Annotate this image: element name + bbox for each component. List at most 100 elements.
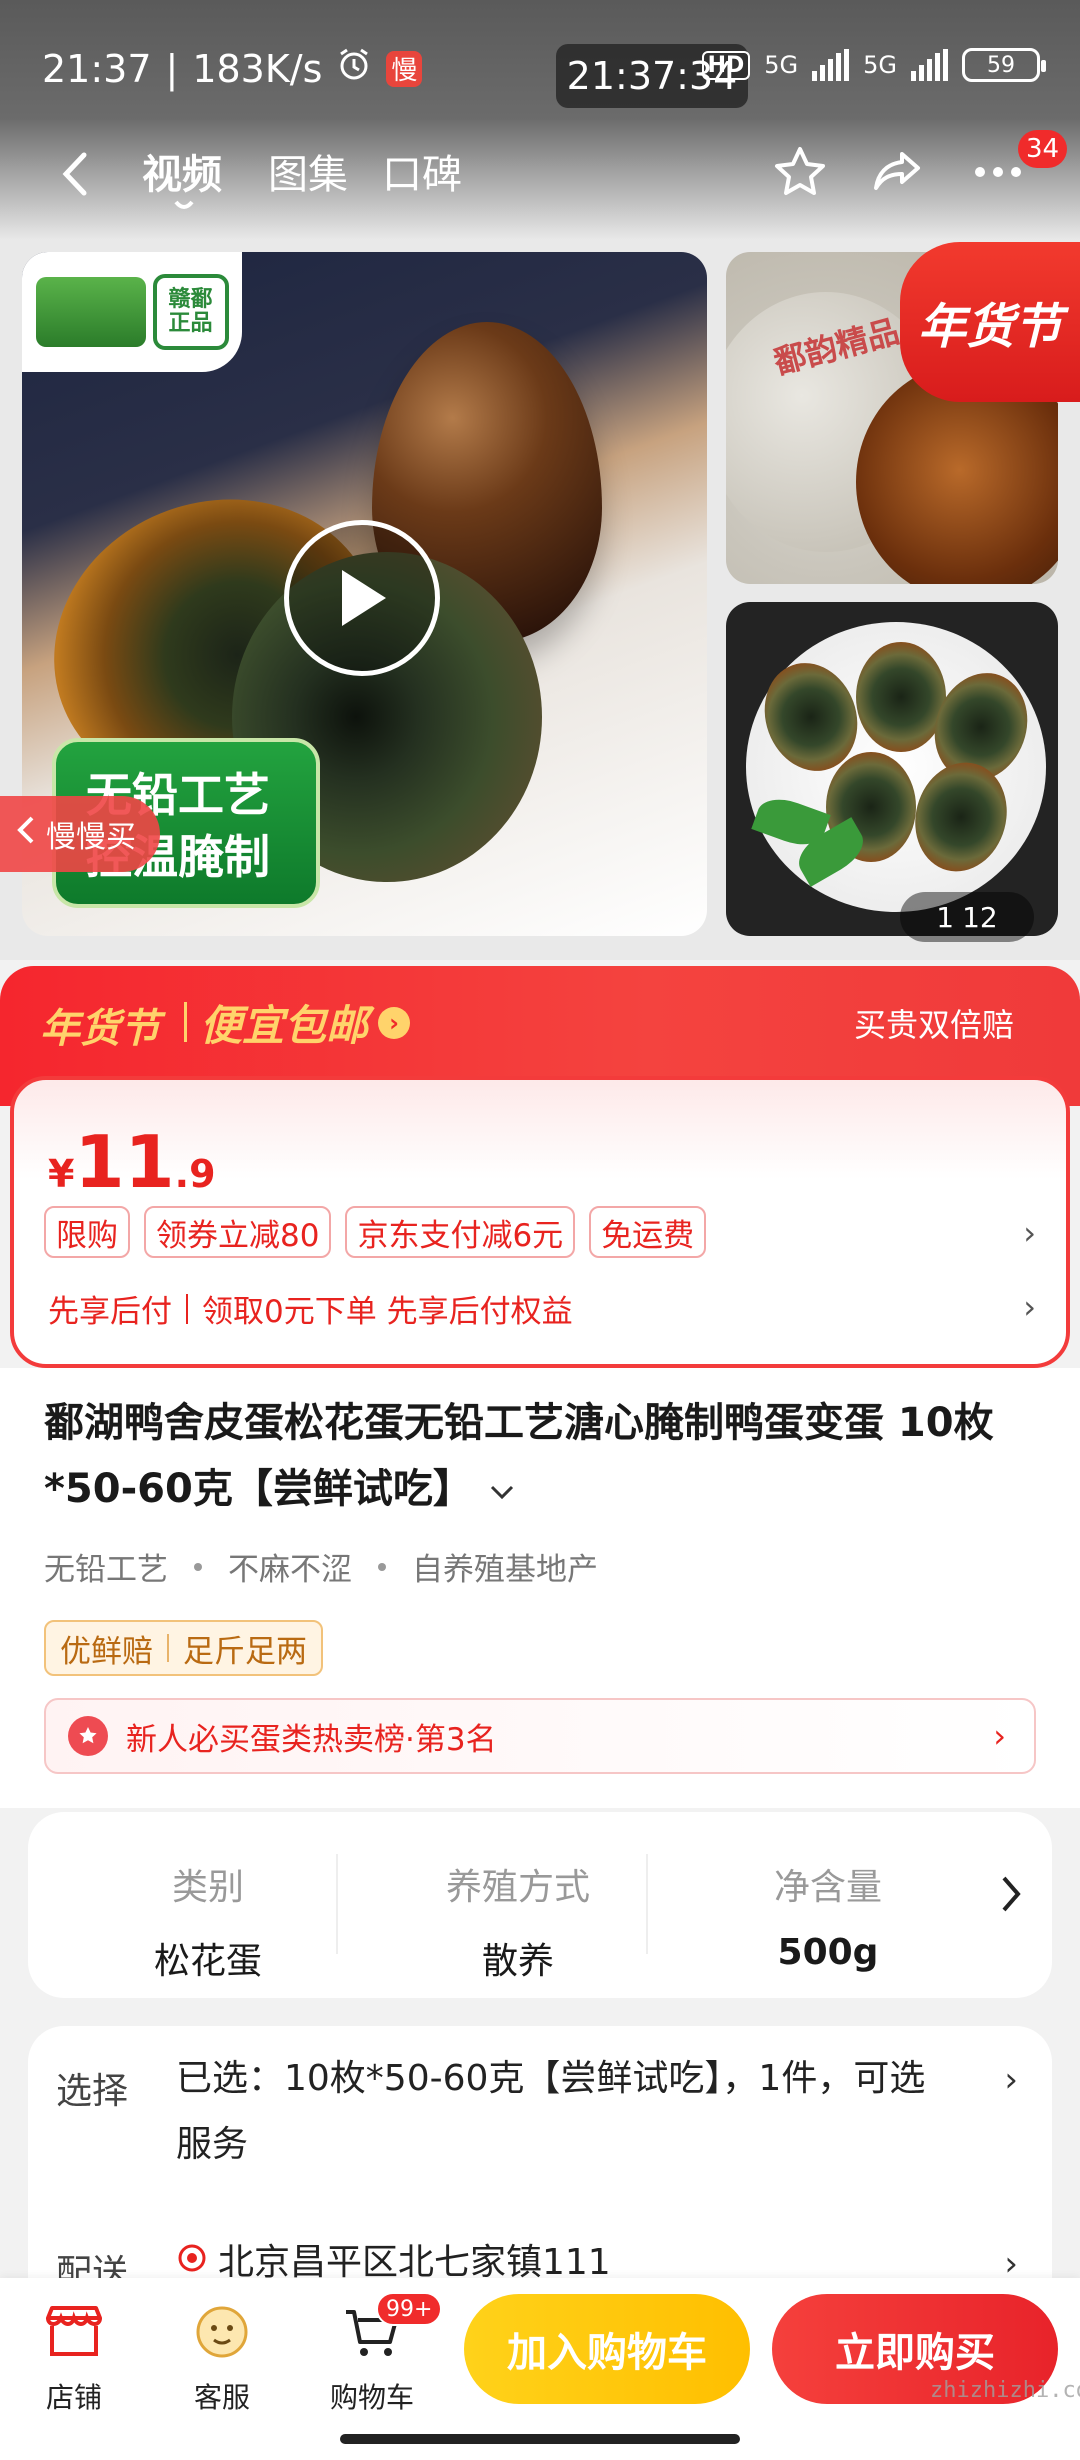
tab-video[interactable]: 视频: [142, 142, 222, 200]
spec-divider: [336, 1854, 338, 1954]
pay-later-offer: 领取0元下单 先享后付权益: [202, 1294, 573, 1330]
service-tags[interactable]: 优鲜赔 足斤足两: [44, 1620, 323, 1676]
chevron-left-icon: [16, 814, 36, 854]
customer-service-button[interactable]: 客服: [162, 2296, 282, 2416]
home-indicator[interactable]: [340, 2434, 740, 2444]
service-tag-fresh: 优鲜赔: [60, 1633, 153, 1670]
feature-item: 无铅工艺: [44, 1552, 168, 1588]
slow-app-badge: 慢: [386, 50, 423, 87]
egg-slice: [856, 642, 946, 752]
status-divider: |: [165, 46, 179, 91]
status-time: 21:37: [42, 46, 152, 91]
bullet-icon: [194, 1562, 202, 1571]
brand-mark-icon: [35, 277, 146, 347]
chip-coupon[interactable]: 领券立减80: [144, 1206, 332, 1258]
chevron-right-icon[interactable]: ›: [1023, 1288, 1036, 1326]
slow-buy-label: 慢慢买: [46, 820, 136, 855]
double-compensation: 买贵双倍赔: [853, 1006, 1014, 1044]
chevron-right-icon: ›: [993, 1717, 1006, 1755]
promo-chips[interactable]: 限购 领券立减80 京东支付减6元 免运费: [44, 1206, 707, 1258]
promo-divider: [184, 1002, 187, 1042]
status-bar: 21:37 | 183K/s 慢 21:37:34 HD 5G 5G 59: [0, 0, 1080, 130]
chevron-down-icon[interactable]: [487, 1466, 517, 1512]
festival-tag[interactable]: 年货节: [900, 242, 1080, 402]
promo-brand: 年货节: [40, 1006, 160, 1052]
chevron-right-icon[interactable]: [1000, 1874, 1022, 1918]
product-title[interactable]: 鄱湖鸭舍皮蛋松花蛋无铅工艺溏心腌制鸭蛋变蛋 10枚*50-60克【尝鲜试吃】: [44, 1390, 1044, 1522]
add-to-cart-button[interactable]: 加入购物车: [464, 2294, 750, 2404]
cart-button[interactable]: 购物车 99+: [312, 2292, 443, 2416]
shop-icon: [14, 2296, 134, 2368]
price-currency: ¥: [48, 1152, 75, 1196]
message-count-badge: 34: [1018, 130, 1068, 168]
brand-logo: 赣鄱 正品: [22, 252, 242, 372]
product-info: 鄱湖鸭舍皮蛋松花蛋无铅工艺溏心腌制鸭蛋变蛋 10枚*50-60克【尝鲜试吃】 无…: [0, 1368, 1080, 1808]
gallery-total: 12: [962, 900, 998, 934]
chip-limit[interactable]: 限购: [44, 1206, 130, 1258]
gallery-counter: 1 12: [900, 892, 1034, 942]
spec-farming: 养殖方式 散养: [368, 1858, 668, 1984]
status-right: HD 5G 5G 59: [701, 48, 1046, 82]
price-integer: 11: [74, 1120, 175, 1204]
tab-indicator-icon: [174, 196, 194, 216]
pay-later-row[interactable]: 先享后付 领取0元下单 先享后付权益: [48, 1286, 573, 1331]
chevron-right-icon[interactable]: ›: [1023, 1214, 1036, 1252]
rank-text: 新人必买蛋类热卖榜·第3名: [126, 1721, 497, 1758]
spec-key: 净含量: [773, 1867, 882, 1908]
selection-card: 选择 已选：10枚*50-60克【尝鲜试吃】，1件，可选服务 › 配送 北京昌平…: [28, 2026, 1052, 2286]
watermark: zhizhizhi.com: [930, 2378, 1080, 2403]
signal-bars-2-icon: [911, 49, 948, 81]
gallery-index: 1: [936, 900, 955, 934]
product-title-text: 鄱湖鸭舍皮蛋松花蛋无铅工艺溏心腌制鸭蛋变蛋 10枚*50-60克【尝鲜试吃】: [44, 1400, 994, 1512]
promo-title: 便宜包邮 ›: [200, 992, 411, 1053]
top-nav: 视频 图集 口碑 34: [0, 120, 1080, 240]
alarm-icon: [336, 46, 372, 91]
slow-buy-tab[interactable]: 慢慢买: [0, 796, 160, 872]
cart-badge: 99+: [376, 2292, 443, 2326]
status-left: 21:37 | 183K/s 慢: [42, 46, 423, 91]
pay-later-label: 先享后付: [48, 1294, 172, 1330]
signal-label-1: 5G: [764, 51, 799, 79]
chip-free-shipping[interactable]: 免运费: [589, 1206, 707, 1258]
customer-service-icon: [162, 2296, 282, 2368]
back-icon[interactable]: [46, 144, 106, 204]
product-detail-screen: 21:37 | 183K/s 慢 21:37:34 HD 5G 5G 59 视频…: [0, 0, 1080, 2460]
shop-button[interactable]: 店铺: [14, 2296, 134, 2416]
signal-label-2: 5G: [863, 51, 897, 79]
select-label: 选择: [56, 2071, 129, 2112]
spec-value: 500g: [777, 1932, 879, 1973]
spec-divider: [646, 1854, 648, 1954]
play-icon[interactable]: [284, 520, 440, 676]
battery-level: 59: [987, 52, 1015, 78]
chevron-right-icon: ›: [378, 1006, 411, 1039]
pay-later-divider: [186, 1293, 188, 1324]
bullet-icon: [378, 1562, 386, 1571]
price: ¥11.9: [48, 1120, 216, 1204]
seal-line-2: 正品: [168, 311, 213, 336]
chevron-right-icon[interactable]: ›: [1004, 2060, 1018, 2100]
price-decimal: .9: [174, 1152, 216, 1196]
bottom-action-bar: 店铺 客服 购物车 99+ 加入购物车 立即购买: [0, 2278, 1080, 2460]
cart-label: 购物车: [329, 2381, 414, 2414]
spec-value: 松花蛋: [153, 1941, 262, 1982]
tab-reviews[interactable]: 口碑: [382, 142, 462, 200]
favorite-star-icon[interactable]: [764, 136, 836, 208]
tab-gallery[interactable]: 图集: [268, 142, 348, 200]
seal-line-1: 赣鄱: [168, 286, 213, 312]
medal-icon: [68, 1716, 108, 1756]
select-value[interactable]: 已选：10枚*50-60克【尝鲜试吃】，1件，可选服务: [176, 2046, 956, 2178]
gallery-thumbnail-2[interactable]: [726, 602, 1058, 936]
battery-icon: 59: [962, 48, 1046, 82]
share-icon[interactable]: [862, 136, 934, 208]
feature-item: 不麻不涩: [228, 1552, 352, 1588]
spec-card[interactable]: 类别 松花蛋 养殖方式 散养 净含量 500g: [28, 1812, 1052, 1998]
price-card: ¥11.9 限购 领券立减80 京东支付减6元 免运费 › 先享后付 领取0元下…: [10, 1076, 1070, 1368]
feature-item: 自养殖基地产: [412, 1552, 598, 1588]
spec-net-weight: 净含量 500g: [678, 1858, 978, 1973]
chip-jdpay[interactable]: 京东支付减6元: [345, 1206, 576, 1258]
rank-bar[interactable]: 新人必买蛋类热卖榜·第3名 ›: [44, 1698, 1036, 1774]
shop-label: 店铺: [45, 2381, 102, 2414]
hd-icon: HD: [701, 50, 751, 80]
spec-category: 类别 松花蛋: [58, 1858, 358, 1984]
signal-bars-icon: [812, 49, 850, 81]
